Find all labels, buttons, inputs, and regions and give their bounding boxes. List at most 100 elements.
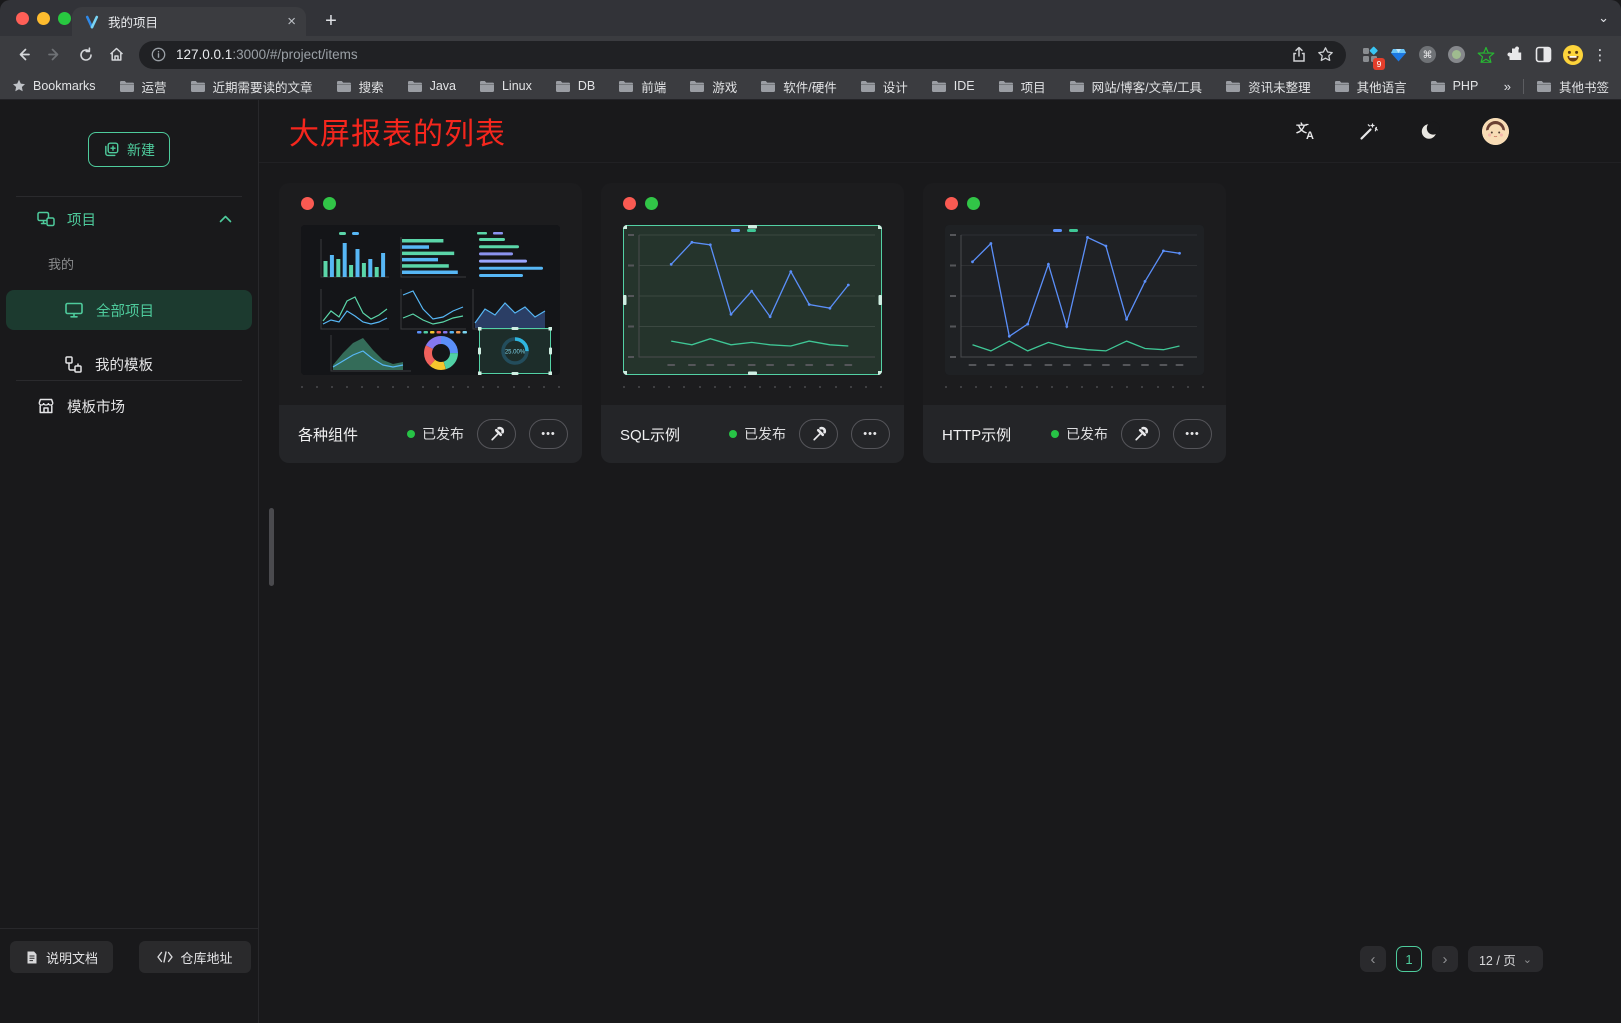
more-icon: ••• <box>541 428 556 440</box>
page-prev-button[interactable]: ‹ <box>1360 946 1386 972</box>
sidebar: 新建 项目 我的 全部项目我的模板 模板市场 说明文档 仓库地址 <box>0 100 259 1023</box>
folder-icon <box>689 80 705 93</box>
forward-icon[interactable] <box>40 40 69 69</box>
bookmark-folder[interactable]: IDE <box>931 79 975 93</box>
sidebar-item-my-templates[interactable]: 我的模板 <box>6 344 252 384</box>
url-text: 127.0.0.1:3000/#/project/items <box>176 47 358 62</box>
bookmark-folder[interactable]: Java <box>407 79 456 93</box>
reload-icon[interactable] <box>71 40 100 69</box>
url-path: :3000/#/project/items <box>232 47 357 62</box>
bookmark-folder[interactable]: 近期需要读的文章 <box>190 77 313 96</box>
project-group-icon <box>36 209 56 229</box>
zoom-window-button[interactable] <box>58 12 71 25</box>
edit-button[interactable] <box>799 419 838 449</box>
page-size-label: 12 / 页 <box>1479 950 1516 969</box>
share-icon[interactable] <box>1291 46 1307 63</box>
bookmark-folder[interactable]: 资讯未整理 <box>1225 77 1311 96</box>
bookmark-folder[interactable]: 前端 <box>618 77 666 96</box>
page-size-select[interactable]: 12 / 页 ⌄ <box>1468 946 1543 972</box>
folder-icon <box>336 80 352 93</box>
scrollbar-thumb[interactable] <box>269 508 274 586</box>
bookmark-label: PHP <box>1453 79 1479 93</box>
bookmark-folder[interactable]: Linux <box>479 79 532 93</box>
project-thumbnail[interactable]: 25.00% <box>301 225 560 375</box>
bookmark-folder[interactable]: 项目 <box>998 77 1046 96</box>
translate-icon[interactable]: 文A <box>1296 121 1317 141</box>
gem-icon[interactable] <box>1385 41 1412 68</box>
other-bookmarks-folder[interactable]: 其他书签 <box>1536 77 1609 96</box>
bookmark-folder[interactable]: 运营 <box>119 77 167 96</box>
goview-logo-icon <box>84 14 100 30</box>
bookmark-folder[interactable]: 网站/博客/文章/工具 <box>1069 77 1202 96</box>
star-wire-icon[interactable] <box>1472 41 1499 68</box>
sidebar-footer: 说明文档 仓库地址 <box>0 928 258 1023</box>
code-icon <box>157 951 173 963</box>
recorder-icon[interactable] <box>1443 41 1470 68</box>
close-window-button[interactable] <box>16 12 29 25</box>
project-card: 25.00%各种组件已发布••• <box>279 183 582 463</box>
bookmark-folder[interactable]: PHP <box>1430 79 1479 93</box>
edit-button[interactable] <box>477 419 516 449</box>
url-bar[interactable]: 127.0.0.1:3000/#/project/items <box>139 41 1346 69</box>
home-icon[interactable] <box>102 40 131 69</box>
project-name: SQL示例 <box>620 424 680 445</box>
edit-button[interactable] <box>1121 419 1160 449</box>
wand-icon[interactable] <box>1359 122 1378 141</box>
more-button[interactable]: ••• <box>851 419 890 449</box>
header-actions: 文A <box>1296 118 1509 145</box>
page-next-button[interactable]: › <box>1432 946 1458 972</box>
other-bookmarks-label: 其他书签 <box>1559 77 1609 96</box>
bookmark-folder[interactable]: 搜索 <box>336 77 384 96</box>
sidebar-group-projects[interactable]: 项目 <box>0 199 258 239</box>
card-window-dots <box>945 197 980 210</box>
card-footer: HTTP示例已发布••• <box>923 405 1226 463</box>
bookmark-star-icon[interactable] <box>1317 46 1334 63</box>
browser-tab[interactable]: 我的项目 × <box>72 7 306 36</box>
bookmark-folder[interactable]: 其他语言 <box>1334 77 1407 96</box>
bookmark-folder[interactable]: 设计 <box>860 77 908 96</box>
minimize-window-button[interactable] <box>37 12 50 25</box>
bookmark-label: 近期需要读的文章 <box>213 77 313 96</box>
close-tab-icon[interactable]: × <box>287 14 296 29</box>
dotted-separator <box>301 386 560 389</box>
puzzle-icon[interactable] <box>1501 41 1528 68</box>
create-project-label: 新建 <box>127 140 155 160</box>
svg-text:A: A <box>1306 130 1314 141</box>
sidebar-item-all-projects[interactable]: 全部项目 <box>6 290 252 330</box>
hammer-icon <box>489 426 505 442</box>
user-avatar[interactable] <box>1482 118 1509 145</box>
dotted-separator <box>623 386 882 389</box>
create-project-button[interactable]: 新建 <box>88 132 170 167</box>
tab-search-icon[interactable]: ⌄ <box>1598 10 1609 26</box>
repo-button[interactable]: 仓库地址 <box>139 941 251 973</box>
split-square-icon[interactable] <box>1530 41 1557 68</box>
moon-icon[interactable] <box>1420 121 1440 141</box>
bookmark-label: 搜索 <box>359 77 384 96</box>
emoji-avatar-icon[interactable] <box>1559 41 1586 68</box>
more-button[interactable]: ••• <box>529 419 568 449</box>
sidebar-divider-top <box>16 196 242 197</box>
extension-grid-icon[interactable]: 9 <box>1356 41 1383 68</box>
card-red-dot <box>945 197 958 210</box>
browser-menu-icon[interactable]: ⋮ <box>1588 46 1612 64</box>
sidebar-item-template-market[interactable]: 模板市场 <box>6 386 252 426</box>
more-button[interactable]: ••• <box>1173 419 1212 449</box>
project-card: HTTP示例已发布••• <box>923 183 1226 463</box>
command-icon[interactable]: ⌘ <box>1414 41 1441 68</box>
sidebar-section-mine: 我的 <box>48 254 74 273</box>
new-tab-button[interactable]: + <box>317 7 345 35</box>
info-icon[interactable] <box>151 47 166 62</box>
bookmarks-star-item[interactable]: Bookmarks <box>12 79 96 93</box>
back-icon[interactable] <box>9 40 38 69</box>
chevron-up-icon <box>219 215 232 223</box>
docs-button[interactable]: 说明文档 <box>10 941 113 973</box>
bookmark-folder[interactable]: 软件/硬件 <box>760 77 836 96</box>
project-thumbnail[interactable] <box>945 225 1204 375</box>
bookmark-folder[interactable]: 游戏 <box>689 77 737 96</box>
project-thumbnail[interactable] <box>623 225 882 375</box>
bookmark-label: 设计 <box>883 77 908 96</box>
bookmarks-overflow-icon[interactable]: » <box>1504 79 1511 94</box>
page-current-button[interactable]: 1 <box>1396 946 1422 972</box>
status-label: 已发布 <box>744 424 786 444</box>
bookmark-folder[interactable]: DB <box>555 79 595 93</box>
